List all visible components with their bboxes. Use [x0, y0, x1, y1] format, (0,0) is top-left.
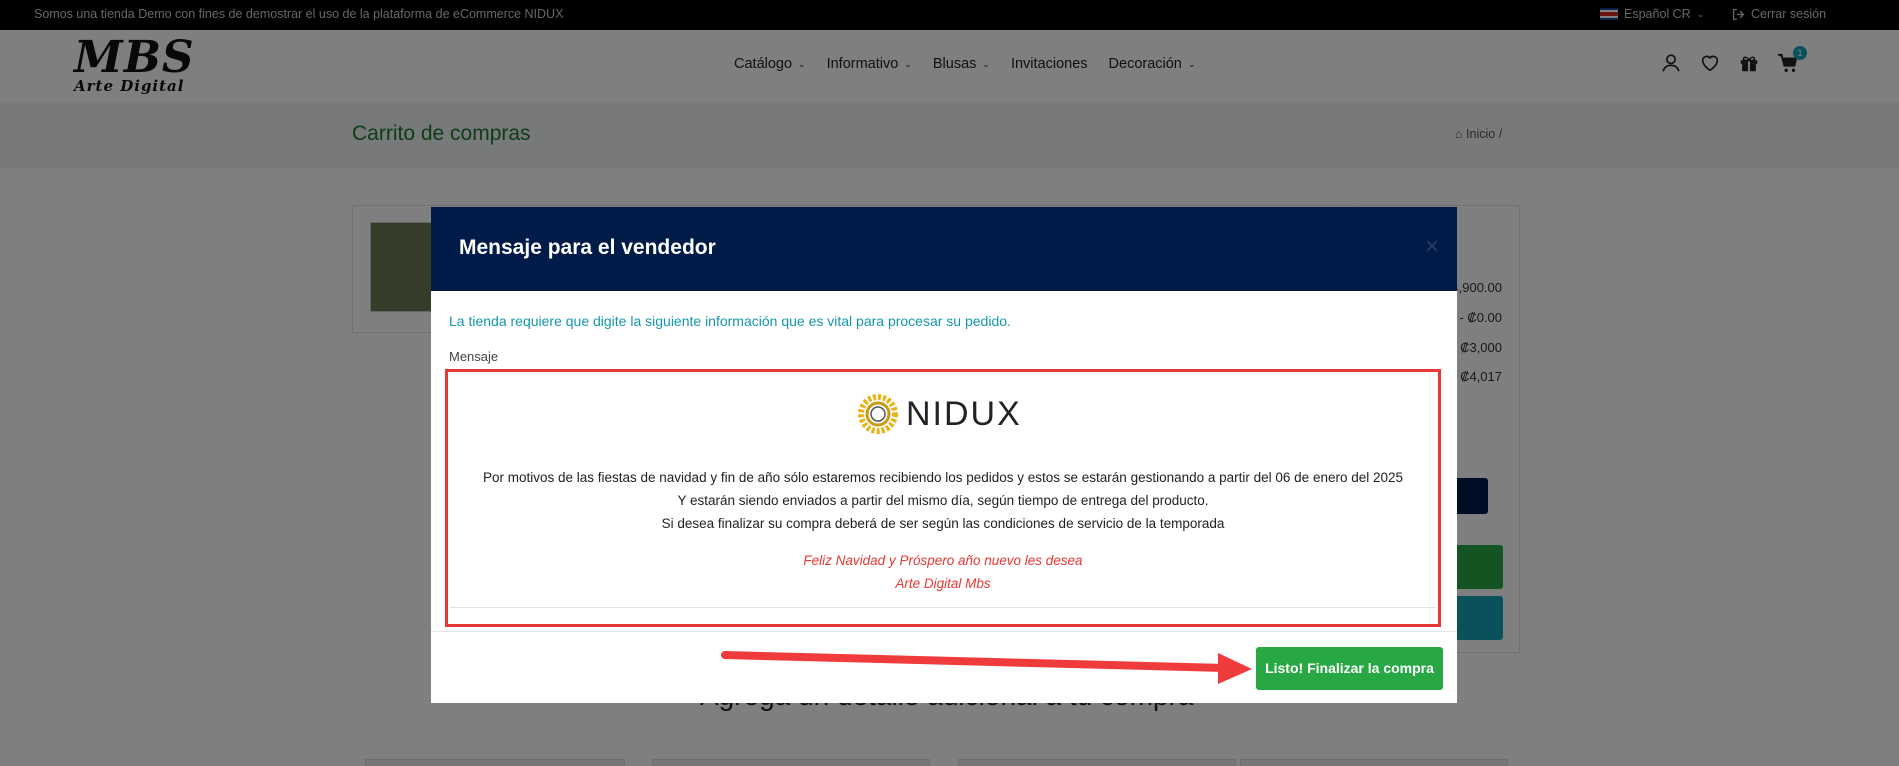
seller-message-modal: Mensaje para el vendedor × La tienda req…	[431, 207, 1457, 703]
message-line-3: Si desea finalizar su compra deberá de s…	[661, 516, 1225, 531]
nidux-brand: NIDUX	[858, 394, 1022, 434]
finish-purchase-button[interactable]: Listo! Finalizar la compra	[1256, 647, 1443, 690]
message-line-2: Y estarán siendo enviados a partir del m…	[677, 493, 1209, 508]
close-icon[interactable]: ×	[1425, 235, 1439, 259]
field-divider	[450, 607, 1436, 608]
required-info-text: La tienda requiere que digite la siguien…	[449, 313, 1011, 329]
greeting-line-2: Arte Digital Mbs	[895, 576, 991, 591]
message-field[interactable]: NIDUX Por motivos de las fiestas de navi…	[445, 369, 1441, 627]
nidux-logo-icon	[858, 394, 898, 434]
message-line-1: Por motivos de las fiestas de navidad y …	[482, 470, 1404, 485]
modal-header: Mensaje para el vendedor ×	[431, 207, 1457, 291]
modal-footer-divider	[431, 631, 1457, 632]
modal-title: Mensaje para el vendedor	[459, 236, 716, 259]
greeting-line-1: Feliz Navidad y Próspero año nuevo les d…	[803, 553, 1083, 568]
nidux-wordmark: NIDUX	[906, 394, 1022, 433]
message-label: Mensaje	[449, 349, 499, 364]
